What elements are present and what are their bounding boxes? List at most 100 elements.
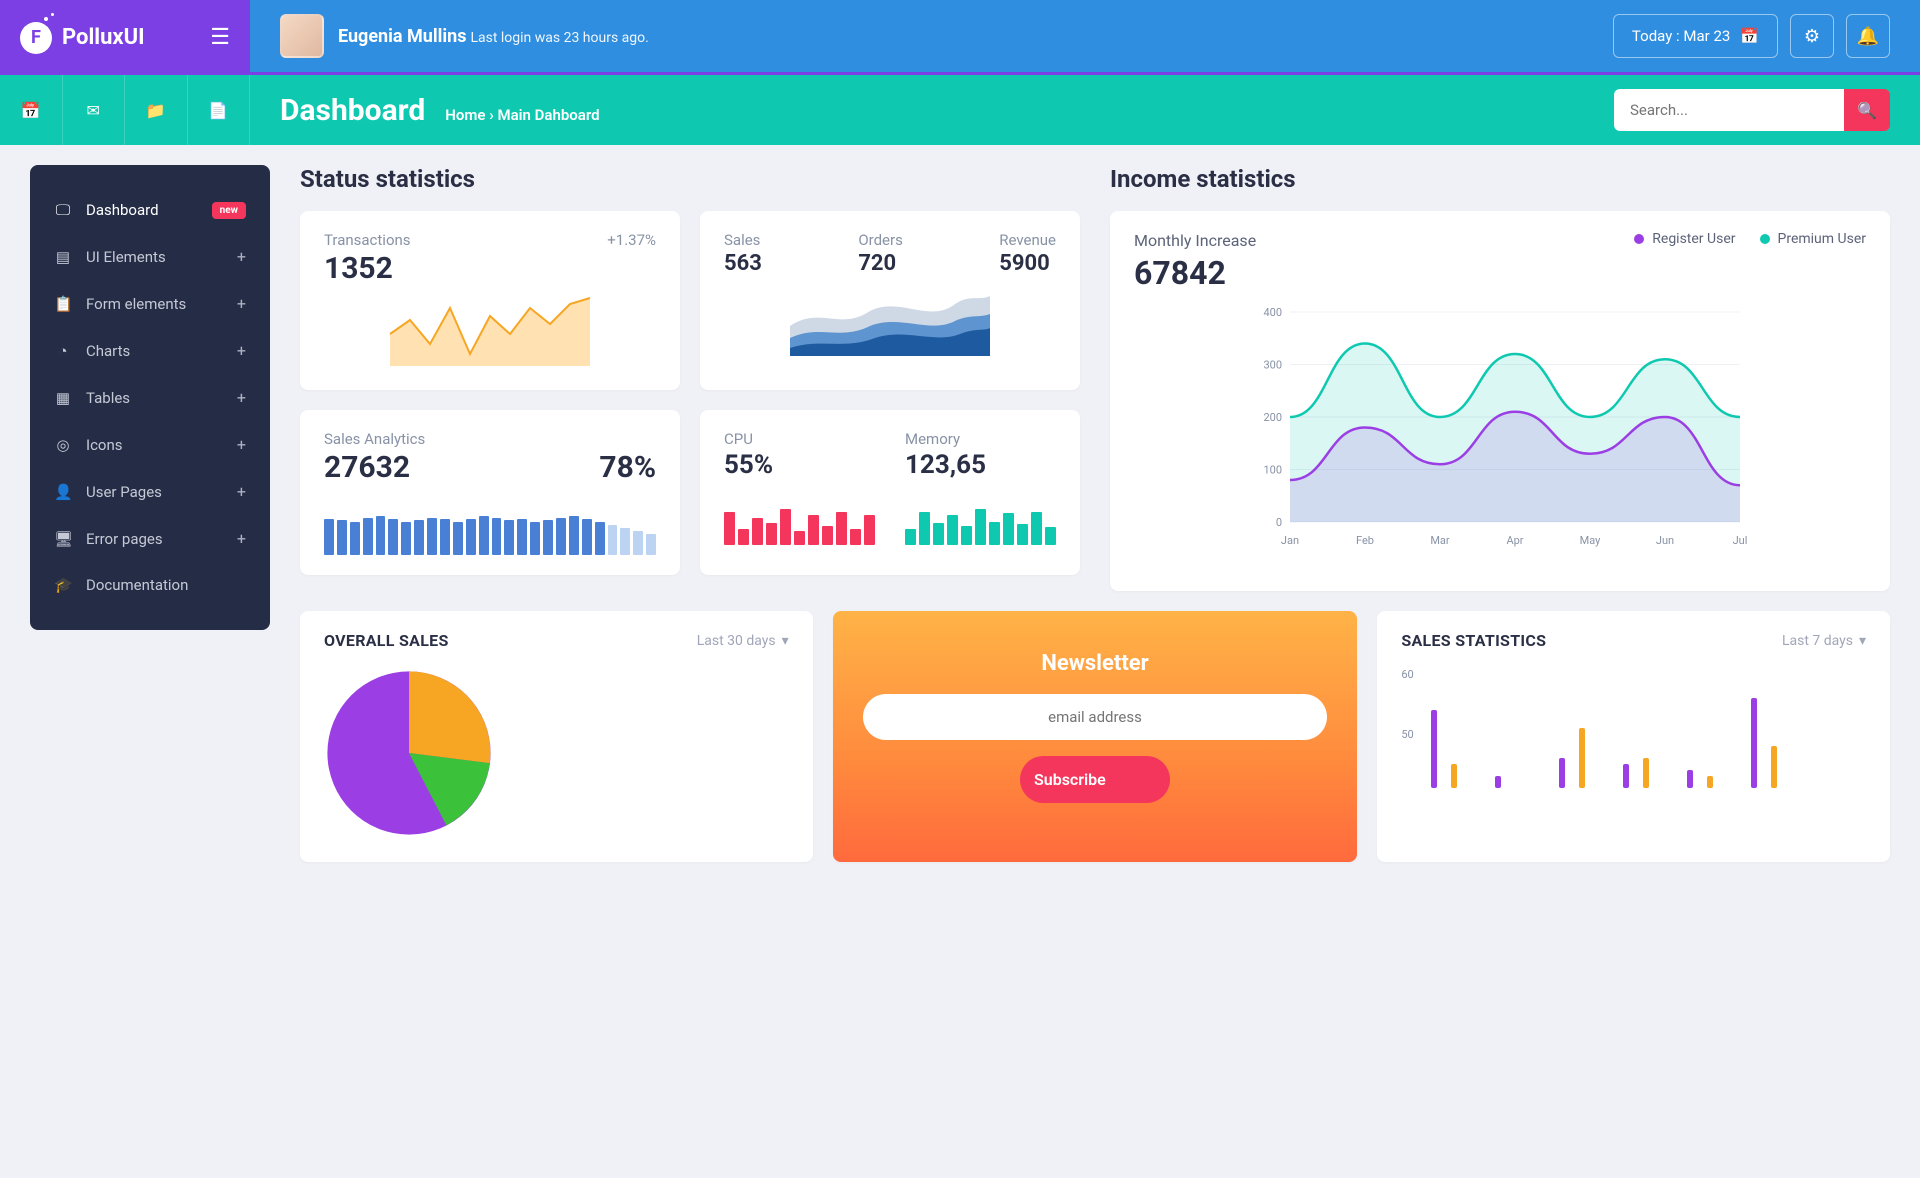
brand-logo: F	[20, 22, 52, 54]
svg-text:Jun: Jun	[1656, 534, 1674, 547]
svg-text:Jan: Jan	[1281, 534, 1299, 547]
sidebar-item-user-pages[interactable]: 👤 User Pages +	[30, 468, 270, 515]
quick-calendar[interactable]: 📅	[0, 75, 63, 145]
mail-icon: ✉	[87, 101, 100, 120]
income-legend: Register User Premium User	[1634, 231, 1866, 247]
analytics-label: Sales Analytics	[324, 430, 656, 448]
mem-value: 123,65	[905, 450, 1056, 480]
sales-stat-chart: 60 50	[1401, 668, 1866, 788]
expand-icon: +	[237, 341, 246, 360]
monitor-icon: 🖵	[54, 201, 72, 219]
svg-text:Apr: Apr	[1506, 534, 1523, 547]
newsletter-title: Newsletter	[1041, 651, 1148, 676]
sidebar-item-documentation[interactable]: 🎓 Documentation	[30, 562, 270, 608]
transactions-spark	[324, 286, 656, 366]
overall-pie	[324, 668, 494, 838]
date-picker[interactable]: Today : Mar 23 📅	[1613, 14, 1778, 58]
brand-area: F PolluxUI ☰	[0, 0, 250, 75]
chevron-down-icon: ▾	[1859, 633, 1866, 649]
salesstats-title: SALES STATISTICS	[1401, 631, 1546, 650]
breadcrumb-current: Main Dahboard	[497, 106, 599, 124]
income-section-title: Income statistics	[1110, 165, 1890, 193]
today-label: Today : Mar 23	[1632, 27, 1730, 45]
newsletter-email-input[interactable]	[863, 694, 1328, 740]
quick-doc[interactable]: 📄	[188, 75, 251, 145]
cpu-label: CPU	[724, 430, 875, 448]
income-title: Monthly Increase	[1134, 231, 1256, 250]
revenue-label: Revenue	[999, 231, 1056, 249]
search-input[interactable]	[1614, 89, 1844, 131]
folder-icon: 📁	[146, 101, 166, 120]
chevron-down-icon: ▾	[782, 633, 789, 649]
settings-button[interactable]: ⚙	[1790, 14, 1834, 58]
revenue-value: 5900	[999, 251, 1056, 276]
card-sales-orders-revenue: Sales563 Orders720 Revenue5900	[700, 211, 1080, 390]
cpu-value: 55%	[724, 450, 875, 480]
sidebar-item-dashboard[interactable]: 🖵 Dashboard new	[30, 187, 270, 233]
layout-icon: ▤	[54, 248, 72, 266]
sidebar-item-label: Form elements	[86, 295, 223, 313]
page-title: Dashboard	[280, 93, 425, 128]
overall-range-dropdown[interactable]: Last 30 days ▾	[697, 633, 789, 649]
svg-text:200: 200	[1263, 411, 1282, 424]
transactions-value: 1352	[324, 251, 656, 286]
piechart-icon: ◔	[54, 342, 72, 360]
gear-icon: ⚙	[1804, 26, 1820, 47]
sidebar-item-label: Tables	[86, 389, 223, 407]
breadcrumb-home[interactable]: Home	[445, 106, 485, 124]
legend-dot-premium	[1760, 234, 1770, 244]
sidebar-item-tables[interactable]: ▦ Tables +	[30, 374, 270, 421]
quick-icons: 📅 ✉ 📁 📄	[0, 75, 250, 145]
sidebar-item-label: UI Elements	[86, 248, 223, 266]
transactions-label: Transactions	[324, 231, 411, 249]
sidebar-toggle[interactable]: ☰	[210, 25, 230, 50]
triple-area-spark	[724, 276, 1056, 356]
quick-folder[interactable]: 📁	[125, 75, 188, 145]
quick-mail[interactable]: ✉	[63, 75, 126, 145]
card-transactions: Transactions +1.37% 1352	[300, 211, 680, 390]
sidebar-item-label: Charts	[86, 342, 223, 360]
header: Eugenia Mullins Last login was 23 hours …	[250, 0, 1920, 75]
analytics-value: 27632	[324, 450, 410, 485]
avatar[interactable]	[280, 14, 324, 58]
card-sales-statistics: SALES STATISTICS Last 7 days ▾ 60 50	[1377, 611, 1890, 862]
salesstats-range-dropdown[interactable]: Last 7 days ▾	[1782, 633, 1866, 649]
card-overall-sales: OVERALL SALES Last 30 days ▾	[300, 611, 813, 862]
analytics-bars	[324, 495, 656, 555]
document-icon: 📄	[208, 101, 228, 120]
svg-text:Jul: Jul	[1733, 534, 1748, 547]
sidebar-item-label: Dashboard	[86, 201, 198, 219]
legend-register: Register User	[1652, 231, 1735, 247]
sidebar-item-form-elements[interactable]: 📋 Form elements +	[30, 280, 270, 327]
subscribe-button[interactable]: Subscribe	[1020, 756, 1170, 803]
sidebar-item-icons[interactable]: ◎ Icons +	[30, 421, 270, 468]
notifications-button[interactable]: 🔔	[1846, 14, 1890, 58]
bell-icon: 🔔	[1857, 26, 1879, 47]
card-sales-analytics: Sales Analytics 27632 78%	[300, 410, 680, 575]
calendar-icon: 📅	[1740, 27, 1759, 45]
svg-text:300: 300	[1263, 359, 1282, 372]
orders-label: Orders	[858, 231, 903, 249]
search-button[interactable]: 🔍	[1844, 89, 1890, 131]
orders-value: 720	[858, 251, 903, 276]
svg-text:Feb: Feb	[1356, 534, 1374, 547]
mem-bars	[905, 490, 1056, 545]
brand-title: PolluxUI	[62, 25, 200, 50]
sidebar-item-ui-elements[interactable]: ▤ UI Elements +	[30, 233, 270, 280]
last-login: Last login was 23 hours ago.	[470, 30, 648, 46]
expand-icon: +	[237, 388, 246, 407]
cpu-bars	[724, 490, 875, 545]
user-icon: 👤	[54, 483, 72, 501]
card-system: CPU 55% Memory 123,65	[700, 410, 1080, 575]
y-tick-60: 60	[1401, 668, 1413, 681]
sidebar-item-error-pages[interactable]: 🖥 Error pages +	[30, 515, 270, 562]
target-icon: ◎	[54, 436, 72, 454]
graduation-icon: 🎓	[54, 576, 72, 594]
svg-text:100: 100	[1263, 464, 1282, 477]
income-chart: 0100200300400JanFebMarAprMayJunJul	[1134, 302, 1866, 552]
sidebar-item-label: Icons	[86, 436, 223, 454]
analytics-pct: 78%	[599, 450, 656, 485]
sidebar-item-charts[interactable]: ◔ Charts +	[30, 327, 270, 374]
desktop-icon: 🖥	[54, 530, 72, 548]
expand-icon: +	[237, 529, 246, 548]
